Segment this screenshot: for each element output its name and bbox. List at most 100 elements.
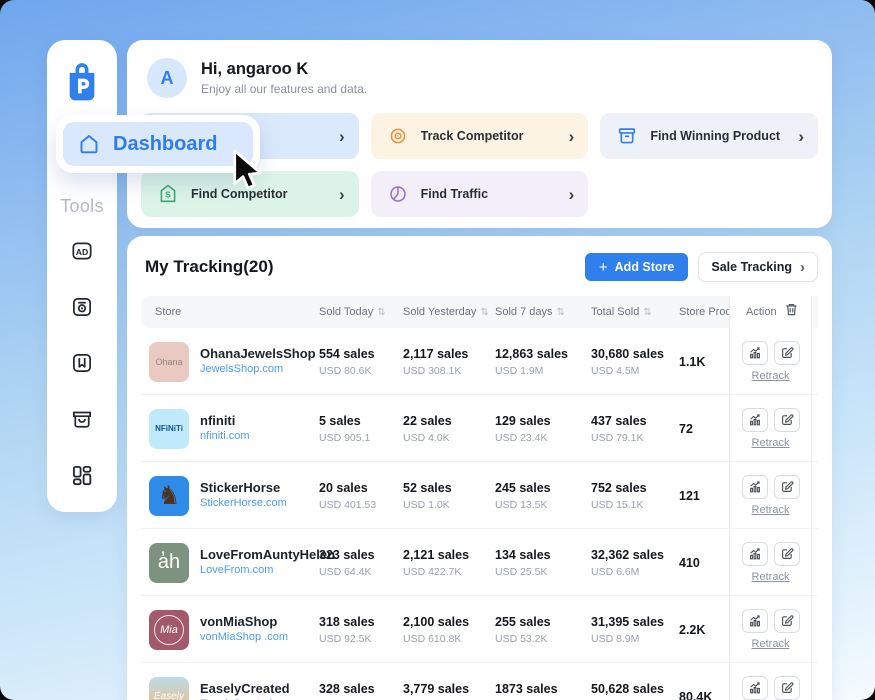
column-header-label: Sold Today	[319, 306, 373, 318]
ad-spy-icon[interactable]: AD	[68, 237, 96, 265]
sale-tracking-label: Sale Tracking	[711, 260, 792, 274]
tracking-table: StoreSold Today⇅Sold Yesterday⇅Sold 7 da…	[141, 296, 818, 700]
edit-icon[interactable]	[774, 676, 800, 700]
sold-7days-cell: 12,863 salesUSD 1.9M	[489, 347, 585, 377]
sold-today-cell: 328 salesUSD 14.4K	[313, 682, 397, 700]
edit-icon[interactable]	[774, 542, 800, 566]
shop-dollar-icon: S	[157, 183, 179, 205]
edit-icon[interactable]	[774, 475, 800, 499]
column-header-label: Action	[746, 306, 777, 318]
edit-icon[interactable]	[774, 341, 800, 365]
sold-yesterday-cell: 2,100 salesUSD 610.8K	[397, 615, 489, 645]
product-research-icon[interactable]	[68, 293, 96, 321]
feature-card[interactable]: Find Traffic ›	[371, 171, 589, 217]
store-package-icon[interactable]	[68, 405, 96, 433]
action-cell: Retrack	[729, 328, 812, 395]
saved-bookmark-icon[interactable]	[68, 349, 96, 377]
sold-7days-cell: 134 salesUSD 25.5K	[489, 548, 585, 578]
chart-icon[interactable]	[742, 609, 768, 633]
column-header-label: Store Products	[679, 306, 729, 318]
shopping-bag-p-logo-icon[interactable]	[62, 60, 102, 104]
product-box-icon	[616, 125, 638, 147]
column-header-sold-7-days[interactable]: Sold 7 days ⇅	[489, 306, 585, 318]
column-header-total-sold[interactable]: Total Sold ⇅	[585, 306, 673, 318]
tracking-header: My Tracking(20) + Add Store Sale Trackin…	[141, 252, 818, 282]
chevron-right-icon: ›	[569, 186, 575, 203]
action-cell: Retrack	[729, 596, 812, 663]
sold-today-cell: 5 salesUSD 905.1	[313, 414, 397, 444]
action-column-header: Action	[729, 296, 812, 328]
chart-icon[interactable]	[742, 341, 768, 365]
store-logo: Mia	[149, 610, 189, 650]
column-header-sold-yesterday[interactable]: Sold Yesterday⇅	[397, 306, 489, 318]
feature-card[interactable]: Find Winning Product ›	[600, 113, 818, 159]
sold-yesterday-cell: 3,779 salesUSD 165.7K	[397, 682, 489, 700]
sort-icon[interactable]: ⇅	[377, 307, 385, 318]
retrack-link[interactable]: Retrack	[752, 370, 790, 382]
my-tracking-card: My Tracking(20) + Add Store Sale Trackin…	[127, 236, 832, 700]
dashboard-pill-inner: Dashboard	[63, 122, 253, 166]
retrack-link[interactable]: Retrack	[752, 437, 790, 449]
action-cell: Retrack	[729, 529, 812, 596]
trash-icon[interactable]	[784, 302, 799, 322]
sort-icon[interactable]: ⇅	[480, 307, 488, 318]
store-name: StickerHorse	[200, 480, 287, 496]
sale-tracking-button[interactable]: Sale Tracking ›	[698, 252, 818, 282]
avatar[interactable]: A	[147, 58, 187, 98]
total-sold-cell: 752 salesUSD 15.1K	[585, 481, 673, 511]
store-cell: ♞ StickerHorse StickerHorse.com	[141, 476, 313, 516]
retrack-link[interactable]: Retrack	[752, 638, 790, 650]
add-store-label: Add Store	[615, 260, 675, 274]
svg-text:AD: AD	[76, 247, 89, 257]
store-logo: ♞	[149, 476, 189, 516]
table-body: Ohana OhanaJewelsShop JewelsShop.com 554…	[141, 328, 818, 700]
store-logo: Ohana	[149, 342, 189, 382]
store-products-cell: 2.2K	[673, 623, 729, 637]
sold-7days-cell: 255 salesUSD 53.2K	[489, 615, 585, 645]
chart-icon[interactable]	[742, 408, 768, 432]
edit-icon[interactable]	[774, 408, 800, 432]
sidebar: Tools AD	[47, 40, 117, 512]
column-header-label: Total Sold	[591, 306, 639, 318]
store-domain-link[interactable]: JewelsShop.com	[200, 362, 316, 377]
table-row: NFiNiTi nfiniti nfiniti.com 5 salesUSD 9…	[141, 395, 818, 462]
table-row: Easely EaselyCreated EaselyCreated .com …	[141, 663, 818, 700]
add-store-button[interactable]: + Add Store	[585, 253, 689, 281]
plus-icon: +	[599, 259, 608, 276]
retrack-link[interactable]: Retrack	[752, 504, 790, 516]
total-sold-cell: 437 salesUSD 79.1K	[585, 414, 673, 444]
store-products-cell: 1.1K	[673, 355, 729, 369]
tools-section-label: Tools	[60, 196, 104, 217]
store-logo: NFiNiTi	[149, 409, 189, 449]
feature-card[interactable]: Track Competitor ›	[371, 113, 589, 159]
chevron-right-icon: ›	[569, 128, 575, 145]
retrack-link[interactable]: Retrack	[752, 571, 790, 583]
store-products-cell: 410	[673, 556, 729, 570]
column-header-store-products[interactable]: Store Products⇅	[673, 306, 729, 318]
chart-icon[interactable]	[742, 676, 768, 700]
store-domain-link[interactable]: vonMiaShop .com	[200, 630, 288, 645]
store-domain-link[interactable]: nfiniti.com	[200, 429, 250, 444]
sort-icon[interactable]: ⇅	[556, 307, 564, 318]
total-sold-cell: 32,362 salesUSD 6.6M	[585, 548, 673, 578]
chart-icon[interactable]	[742, 475, 768, 499]
apps-grid-icon[interactable]	[68, 461, 96, 489]
svg-text:S: S	[165, 190, 171, 199]
total-sold-cell: 30,680 salesUSD 4.5M	[585, 347, 673, 377]
action-cell: Retrack	[729, 395, 812, 462]
tracking-title: My Tracking(20)	[145, 257, 585, 277]
sort-icon[interactable]: ⇅	[643, 307, 651, 318]
sold-today-cell: 20 salesUSD 401.53	[313, 481, 397, 511]
chart-icon[interactable]	[742, 542, 768, 566]
chevron-right-icon: ›	[800, 259, 805, 276]
store-logo: Easely	[149, 677, 189, 700]
store-domain-link[interactable]: StickerHorse.com	[200, 496, 287, 511]
column-header-sold-today[interactable]: Sold Today ⇅	[313, 306, 397, 318]
chevron-right-icon: ›	[798, 128, 804, 145]
column-header-label: Sold 7 days	[495, 306, 552, 318]
greeting-row: A Hi, angaroo K Enjoy all our features a…	[147, 58, 818, 98]
greeting-subtitle: Enjoy all our features and data.	[201, 82, 367, 96]
edit-icon[interactable]	[774, 609, 800, 633]
sold-yesterday-cell: 22 salesUSD 4.0K	[397, 414, 489, 444]
store-products-cell: 80.4K	[673, 690, 729, 700]
